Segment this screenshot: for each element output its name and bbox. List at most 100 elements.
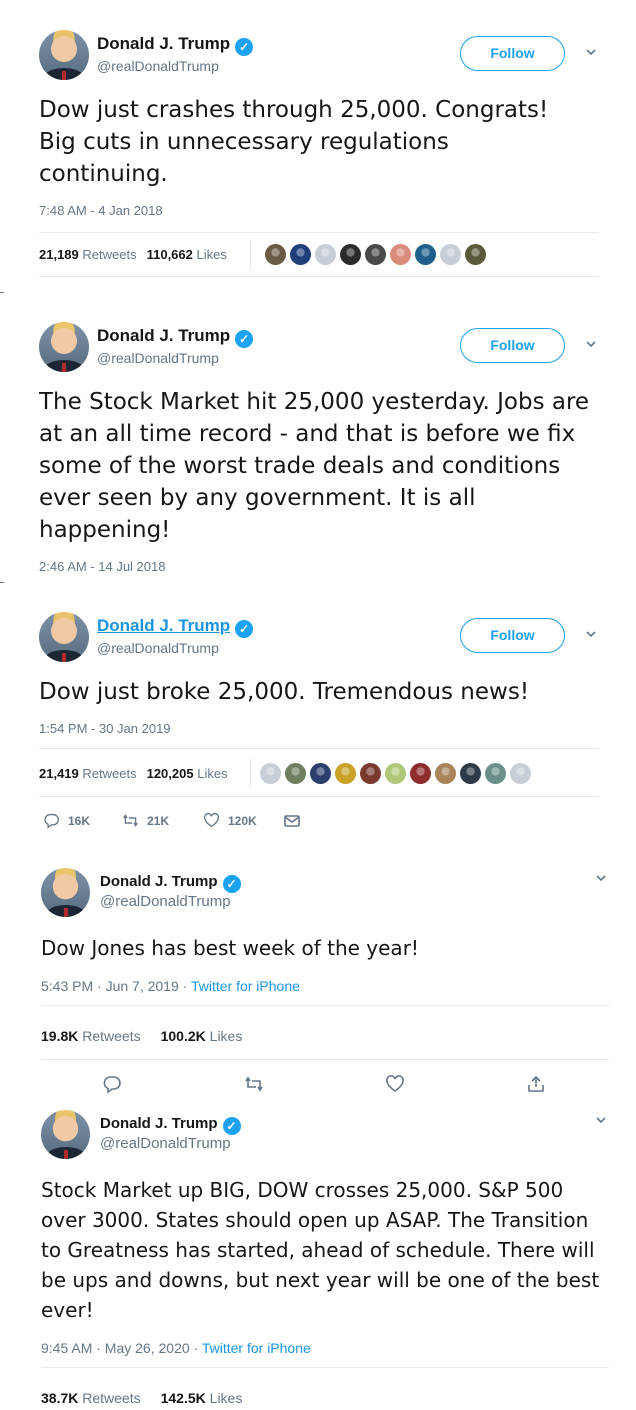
time-text[interactable]: 9:45 AM · May 26, 2020 ·: [41, 1340, 202, 1356]
liker-avatar[interactable]: [510, 763, 531, 784]
handle[interactable]: @realDonaldTrump: [97, 58, 219, 74]
like-button[interactable]: 120K: [203, 812, 257, 829]
chevron-down-icon[interactable]: [591, 870, 611, 890]
liker-avatars[interactable]: [265, 244, 486, 265]
retweet-icon: [123, 814, 138, 827]
share-icon[interactable]: [526, 1074, 548, 1096]
liker-avatar[interactable]: [285, 763, 306, 784]
heart-icon[interactable]: [385, 1074, 407, 1096]
retweet-count[interactable]: 21,419: [39, 766, 79, 781]
divider: [39, 796, 599, 797]
reply-button[interactable]: 16K: [43, 812, 90, 829]
timestamp: 5:43 PM · Jun 7, 2019 · Twitter for iPho…: [41, 978, 300, 994]
stats-separator: [250, 240, 251, 270]
reply-count: 16K: [68, 813, 91, 828]
tweet-text: Stock Market up BIG, DOW crosses 25,000.…: [41, 1178, 600, 1322]
likes-label: Likes: [209, 1390, 243, 1406]
verified-badge-icon: ✓: [222, 1117, 241, 1135]
chevron-down-icon[interactable]: [581, 336, 601, 356]
heart-icon: [203, 812, 220, 828]
liker-avatar[interactable]: [335, 763, 356, 784]
avatar[interactable]: [41, 1110, 90, 1159]
follow-button[interactable]: Follow: [460, 328, 565, 363]
like-count[interactable]: 110,662: [147, 247, 193, 262]
liker-avatar[interactable]: [440, 244, 461, 265]
chevron-down-icon[interactable]: [591, 1112, 611, 1132]
follow-button[interactable]: Follow: [460, 618, 565, 653]
engagement-stats: 21,419 Retweets 120,205 Likes: [39, 766, 228, 781]
engagement-stats: 21,189 Retweets 110,662 Likes: [39, 247, 227, 262]
reply-icon[interactable]: [102, 1074, 124, 1096]
source-link[interactable]: Twitter for iPhone: [191, 978, 300, 994]
display-name[interactable]: Donald J. Trump ✓: [97, 616, 254, 638]
liker-avatar[interactable]: [390, 244, 411, 265]
liker-avatar[interactable]: [410, 763, 431, 784]
retweet-count[interactable]: 19.8K: [41, 1028, 78, 1044]
reply-icon: [44, 813, 59, 829]
liker-avatar[interactable]: [465, 244, 486, 265]
liker-avatar[interactable]: [435, 763, 456, 784]
liker-avatar[interactable]: [360, 763, 381, 784]
avatar[interactable]: [39, 612, 89, 662]
display-name[interactable]: Donald J. Trump ✓: [100, 1115, 241, 1135]
scroll-edge-mark: [0, 292, 4, 293]
like-count[interactable]: 142.5K: [161, 1390, 206, 1406]
timestamp[interactable]: 1:54 PM - 30 Jan 2019: [39, 721, 171, 736]
verified-badge-icon: ✓: [235, 38, 254, 56]
handle[interactable]: @realDonaldTrump: [97, 350, 219, 366]
liker-avatar[interactable]: [415, 244, 436, 265]
likes-label: Likes: [209, 1028, 243, 1044]
timestamp[interactable]: 7:48 AM - 4 Jan 2018: [39, 203, 163, 218]
likes-label: Likes: [196, 247, 227, 262]
like-count[interactable]: 100.2K: [161, 1028, 206, 1044]
timestamp[interactable]: 2:46 AM - 14 Jul 2018: [39, 559, 165, 574]
display-name[interactable]: Donald J. Trump ✓: [97, 326, 254, 348]
retweets-label: Retweets: [82, 1390, 141, 1406]
time-text[interactable]: 5:43 PM · Jun 7, 2019 ·: [41, 978, 191, 994]
scroll-edge-mark: [0, 582, 4, 583]
retweets-label: Retweets: [82, 766, 137, 781]
handle[interactable]: @realDonaldTrump: [100, 893, 231, 910]
chevron-down-icon[interactable]: [581, 626, 601, 646]
retweet-button[interactable]: 21K: [122, 812, 169, 829]
handle[interactable]: @realDonaldTrump: [97, 640, 219, 656]
avatar[interactable]: [39, 322, 89, 372]
liker-avatar[interactable]: [365, 244, 386, 265]
liker-avatar[interactable]: [315, 244, 336, 265]
liker-avatar[interactable]: [485, 763, 506, 784]
like-count-short: 120K: [228, 813, 257, 828]
display-name[interactable]: Donald J. Trump ✓: [97, 34, 254, 56]
tweet-text: Dow Jones has best week of the year!: [41, 936, 419, 960]
follow-button[interactable]: Follow: [460, 36, 565, 71]
retweet-icon[interactable]: [244, 1074, 266, 1096]
tweet-text: Dow just crashes through 25,000. Congrat…: [39, 97, 549, 187]
divider: [41, 1005, 609, 1006]
retweet-count-short: 21K: [147, 813, 170, 828]
chevron-down-icon[interactable]: [581, 44, 601, 64]
divider: [39, 232, 599, 233]
envelope-icon[interactable]: [282, 811, 304, 833]
source-link[interactable]: Twitter for iPhone: [202, 1340, 311, 1356]
avatar[interactable]: [41, 868, 90, 917]
engagement-stats: 38.7K Retweets 142.5K Likes: [41, 1390, 242, 1406]
liker-avatar[interactable]: [265, 244, 286, 265]
retweet-count[interactable]: 21,189: [39, 247, 79, 262]
liker-avatar[interactable]: [260, 763, 281, 784]
timestamp: 9:45 AM · May 26, 2020 · Twitter for iPh…: [41, 1340, 311, 1356]
liker-avatar[interactable]: [310, 763, 331, 784]
handle[interactable]: @realDonaldTrump: [100, 1135, 231, 1152]
retweet-count[interactable]: 38.7K: [41, 1390, 78, 1406]
like-count[interactable]: 120,205: [147, 766, 194, 781]
liker-avatar[interactable]: [385, 763, 406, 784]
liker-avatar[interactable]: [460, 763, 481, 784]
display-name[interactable]: Donald J. Trump ✓: [100, 873, 241, 893]
liker-avatar[interactable]: [290, 244, 311, 265]
liker-avatar[interactable]: [340, 244, 361, 265]
avatar[interactable]: [39, 30, 89, 80]
verified-badge-icon: ✓: [222, 875, 241, 893]
retweets-label: Retweets: [82, 1028, 141, 1044]
retweets-label: Retweets: [82, 247, 137, 262]
liker-avatars[interactable]: [260, 763, 531, 784]
divider: [41, 1059, 609, 1060]
tweet-text: Dow just broke 25,000. Tremendous news!: [39, 679, 530, 705]
